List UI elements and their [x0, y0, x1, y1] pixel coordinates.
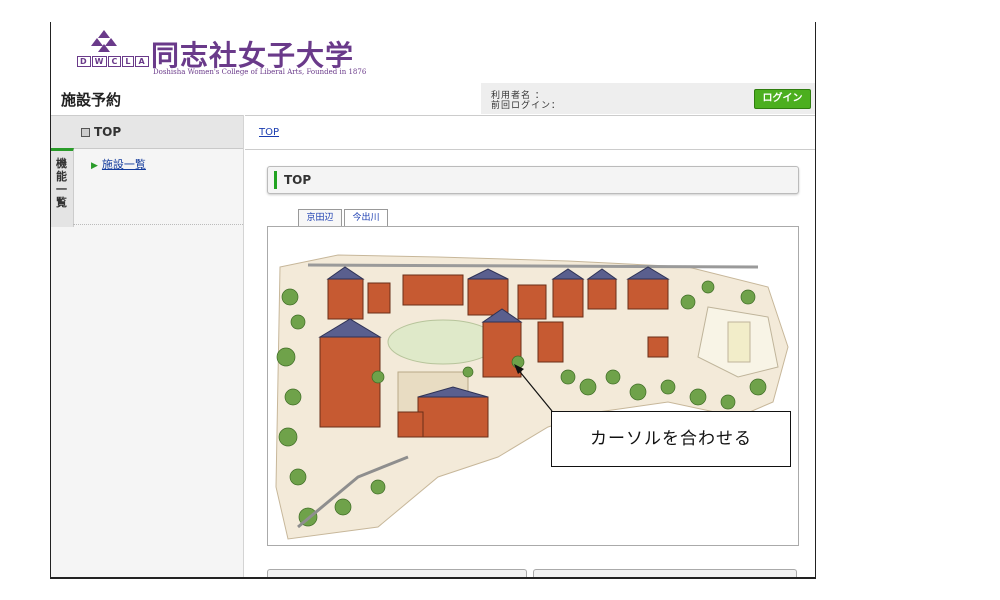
square-icon [81, 128, 90, 137]
last-login-label: 前回ログイン： [491, 101, 562, 111]
sidebar-top-label: TOP [94, 125, 122, 139]
tab-imadegawa[interactable]: 今出川 [344, 209, 388, 227]
sidebar-top[interactable]: TOP [51, 115, 243, 149]
app-window: DWCLA 同志社女子大学 Doshisha Women's College o… [50, 22, 816, 579]
breadcrumb-top-link[interactable]: TOP [259, 127, 279, 138]
tab-kyotanabe[interactable]: 京田辺 [298, 209, 342, 227]
arrow-right-icon: ▶ [91, 161, 98, 171]
sidebar: TOP 機能一覧 ▶ 施設一覧 [51, 115, 244, 577]
function-list-tab-label: 機能一覧 [56, 157, 67, 209]
login-button[interactable]: ログイン [754, 89, 811, 109]
logo-mark-icon [91, 30, 117, 52]
logo-letters: DWCLA [77, 56, 150, 67]
function-list-tab[interactable]: 機能一覧 [51, 148, 74, 227]
bottom-panel-left [267, 569, 527, 577]
logo-letter: W [91, 56, 108, 67]
sidebar-top-link[interactable]: TOP [81, 125, 121, 139]
logo-letter: C [108, 56, 122, 67]
annotation-callout: カーソルを合わせる [551, 411, 791, 467]
logo-letter: L [122, 56, 135, 67]
bottom-panel-right [533, 569, 797, 577]
university-logo[interactable]: DWCLA 同志社女子大学 Doshisha Women's College o… [65, 30, 367, 80]
logo-letter: A [135, 56, 149, 67]
section-header: TOP [267, 166, 799, 194]
breadcrumb-bar: TOP [245, 115, 815, 150]
logo-letter: D [77, 56, 91, 67]
logo-subtitle: Doshisha Women's College of Liberal Arts… [153, 68, 367, 76]
campus-map[interactable] [267, 226, 799, 546]
section-title: TOP [284, 173, 312, 187]
user-info-bar: 利用者名 ： 前回ログイン： ログイン [481, 83, 815, 114]
sidebar-item-facility-list[interactable]: ▶ 施設一覧 [91, 156, 146, 172]
page-title: 施設予約 [61, 91, 122, 109]
sidebar-item-label: 施設一覧 [101, 158, 146, 171]
campus-illustration[interactable] [268, 227, 798, 545]
function-list-panel: ▶ 施設一覧 [73, 148, 243, 225]
section-accent-bar [274, 171, 277, 189]
